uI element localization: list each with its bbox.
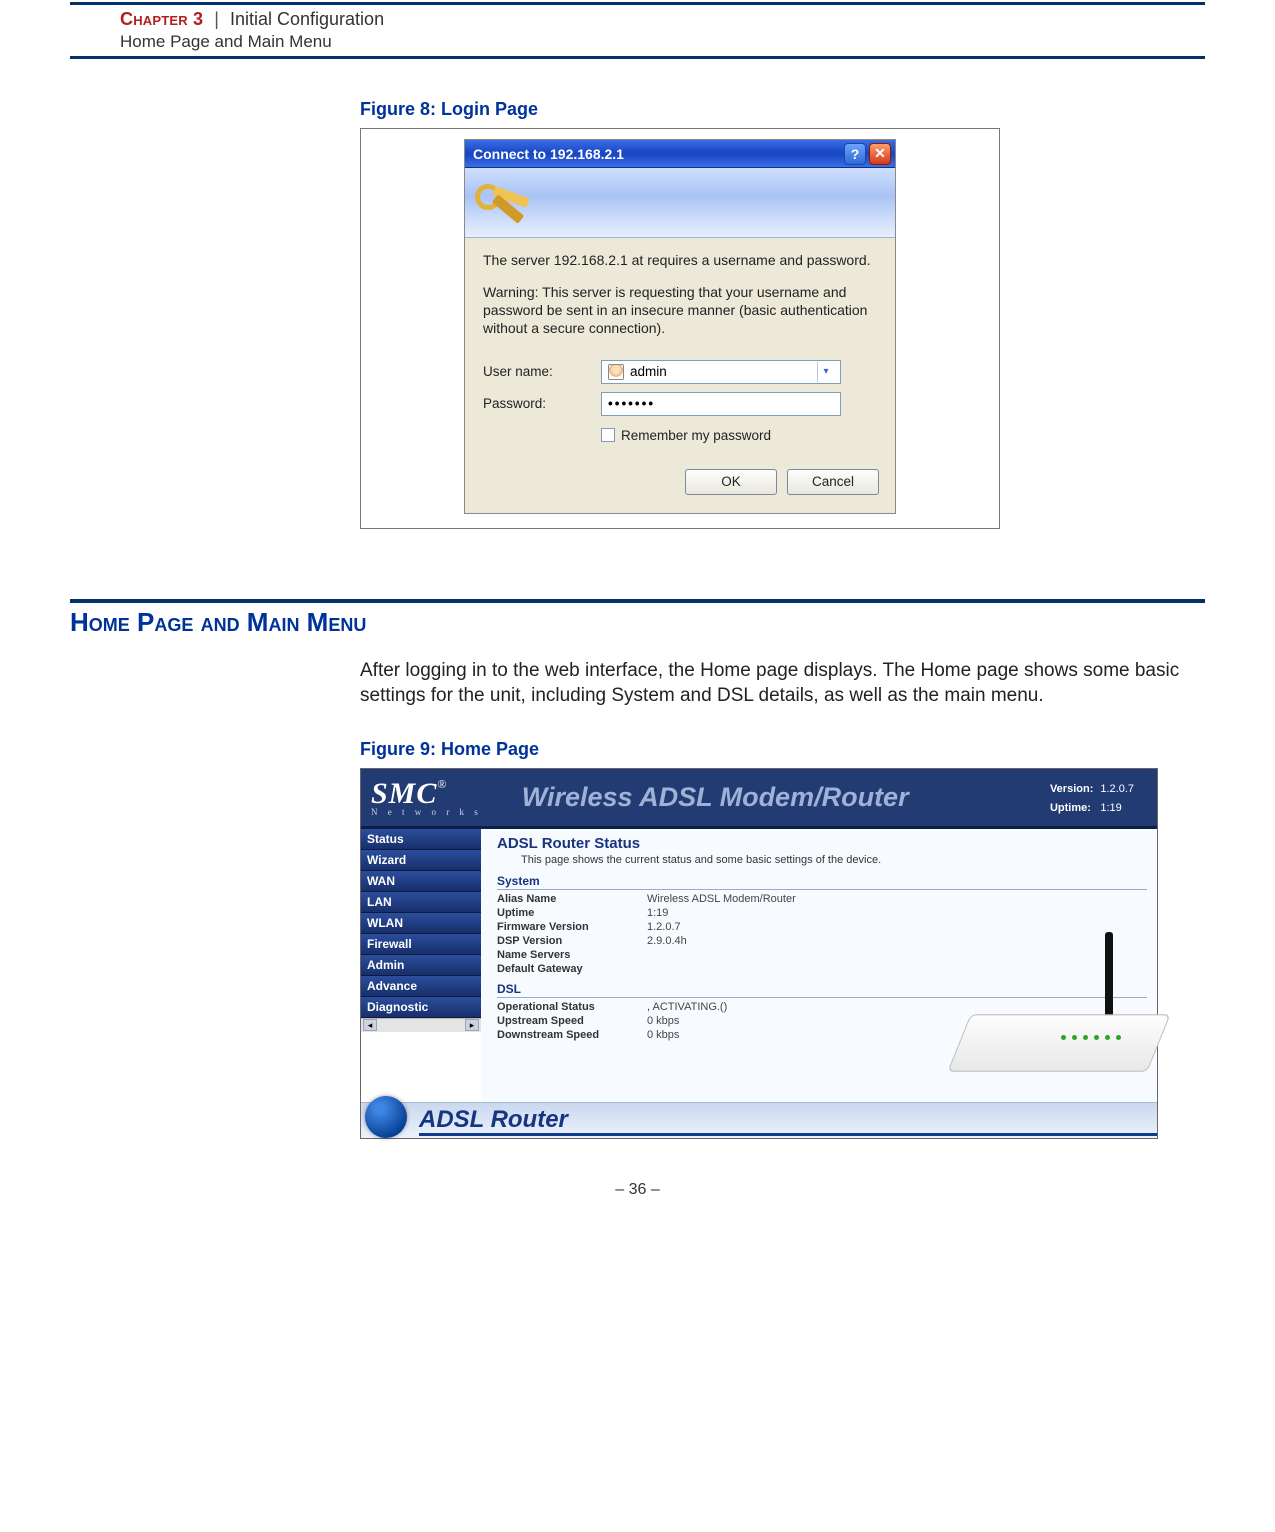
dialog-banner (465, 168, 895, 238)
router-footer: ADSL Router (361, 1102, 1157, 1138)
dsl-value: , ACTIVATING.() (647, 1001, 727, 1013)
router-header: SMC® N e t w o r k s Wireless ADSL Modem… (361, 769, 1157, 829)
system-key: Uptime (497, 907, 647, 919)
sidebar-scrollbar[interactable]: ◂ ▸ (361, 1018, 481, 1032)
help-icon[interactable]: ? (844, 143, 866, 165)
keys-icon (471, 176, 537, 230)
header-subtitle: Home Page and Main Menu (120, 32, 1205, 52)
dialog-text-1: The server 192.168.2.1 at requires a use… (483, 252, 877, 270)
cancel-button[interactable]: Cancel (787, 469, 879, 495)
sidebar-item-wizard[interactable]: Wizard (361, 850, 481, 871)
sidebar-item-lan[interactable]: LAN (361, 892, 481, 913)
system-group-label: System (497, 874, 1147, 890)
system-key: DSP Version (497, 935, 647, 947)
globe-icon (365, 1096, 407, 1138)
system-key: Alias Name (497, 893, 647, 905)
router-content: ADSL Router Status This page shows the c… (481, 829, 1157, 1102)
dsl-key: Operational Status (497, 1001, 647, 1013)
dsl-row: Upstream Speed0 kbps (497, 1014, 1147, 1028)
dsl-row: Operational Status, ACTIVATING.() (497, 1000, 1147, 1014)
sidebar-item-wlan[interactable]: WLAN (361, 913, 481, 934)
password-input[interactable]: ••••••• (601, 392, 841, 416)
router-header-info: Version:1.2.0.7 Uptime:1:19 (1047, 779, 1137, 819)
dsl-value: 0 kbps (647, 1015, 679, 1027)
system-row: Firmware Version1.2.0.7 (497, 920, 1147, 934)
sidebar-item-wan[interactable]: WAN (361, 871, 481, 892)
username-label: User name: (483, 364, 601, 379)
system-value: 1:19 (647, 907, 668, 919)
password-label: Password: (483, 396, 601, 411)
section-intro: After logging in to the web interface, t… (360, 658, 1205, 709)
password-value: ••••••• (608, 396, 655, 411)
dialog-text-2: Warning: This server is requesting that … (483, 284, 877, 338)
figure9-caption: Figure 9: Home Page (360, 739, 1205, 760)
chevron-down-icon[interactable]: ▾ (817, 362, 834, 382)
system-row: Uptime1:19 (497, 906, 1147, 920)
system-row: Default Gateway (497, 962, 1147, 976)
dsl-key: Downstream Speed (497, 1029, 647, 1041)
sidebar-item-advance[interactable]: Advance (361, 976, 481, 997)
system-row: Name Servers (497, 948, 1147, 962)
figure8-caption: Figure 8: Login Page (360, 99, 1205, 120)
username-value: admin (630, 364, 667, 379)
figure8: Connect to 192.168.2.1 ? ✕ The server 19… (360, 128, 1000, 529)
dsl-group-label: DSL (497, 982, 1147, 998)
dialog-title: Connect to 192.168.2.1 (473, 146, 841, 162)
remember-label: Remember my password (621, 428, 771, 443)
dsl-key: Upstream Speed (497, 1015, 647, 1027)
brand-logo: SMC® N e t w o r k s (371, 777, 482, 817)
sidebar-item-diagnostic[interactable]: Diagnostic (361, 997, 481, 1018)
remember-checkbox[interactable] (601, 428, 615, 442)
router-footer-text: ADSL Router (419, 1106, 568, 1134)
system-row: Alias NameWireless ADSL Modem/Router (497, 892, 1147, 906)
system-row: DSP Version2.9.0.4h (497, 934, 1147, 948)
dsl-value: 0 kbps (647, 1029, 679, 1041)
dialog-titlebar: Connect to 192.168.2.1 ? ✕ (465, 140, 895, 168)
scroll-right-icon[interactable]: ▸ (465, 1019, 479, 1031)
chapter-title: Initial Configuration (230, 9, 384, 29)
system-key: Name Servers (497, 949, 647, 961)
sidebar-item-firewall[interactable]: Firewall (361, 934, 481, 955)
close-icon[interactable]: ✕ (869, 143, 891, 165)
sidebar-item-status[interactable]: Status (361, 829, 481, 850)
chapter-label: Chapter 3 (120, 9, 203, 29)
figure9: SMC® N e t w o r k s Wireless ADSL Modem… (360, 768, 1158, 1139)
chapter-separator: | (214, 9, 219, 29)
router-header-title: Wireless ADSL Modem/Router (522, 782, 909, 813)
system-value: Wireless ADSL Modem/Router (647, 893, 796, 905)
scroll-left-icon[interactable]: ◂ (363, 1019, 377, 1031)
ok-button[interactable]: OK (685, 469, 777, 495)
system-value: 2.9.0.4h (647, 935, 687, 947)
dsl-row: Downstream Speed0 kbps (497, 1028, 1147, 1042)
sidebar: StatusWizardWANLANWLANFirewallAdminAdvan… (361, 829, 481, 1102)
login-dialog: Connect to 192.168.2.1 ? ✕ The server 19… (464, 139, 896, 514)
user-icon (608, 364, 624, 380)
system-key: Default Gateway (497, 963, 647, 975)
section-heading: Home Page and Main Menu (70, 607, 1205, 638)
status-subtitle: This page shows the current status and s… (521, 854, 1147, 866)
sidebar-item-admin[interactable]: Admin (361, 955, 481, 976)
page-number: – 36 – (70, 1181, 1205, 1199)
username-input[interactable]: admin ▾ (601, 360, 841, 384)
system-key: Firmware Version (497, 921, 647, 933)
status-title: ADSL Router Status (497, 835, 1147, 852)
system-value: 1.2.0.7 (647, 921, 681, 933)
